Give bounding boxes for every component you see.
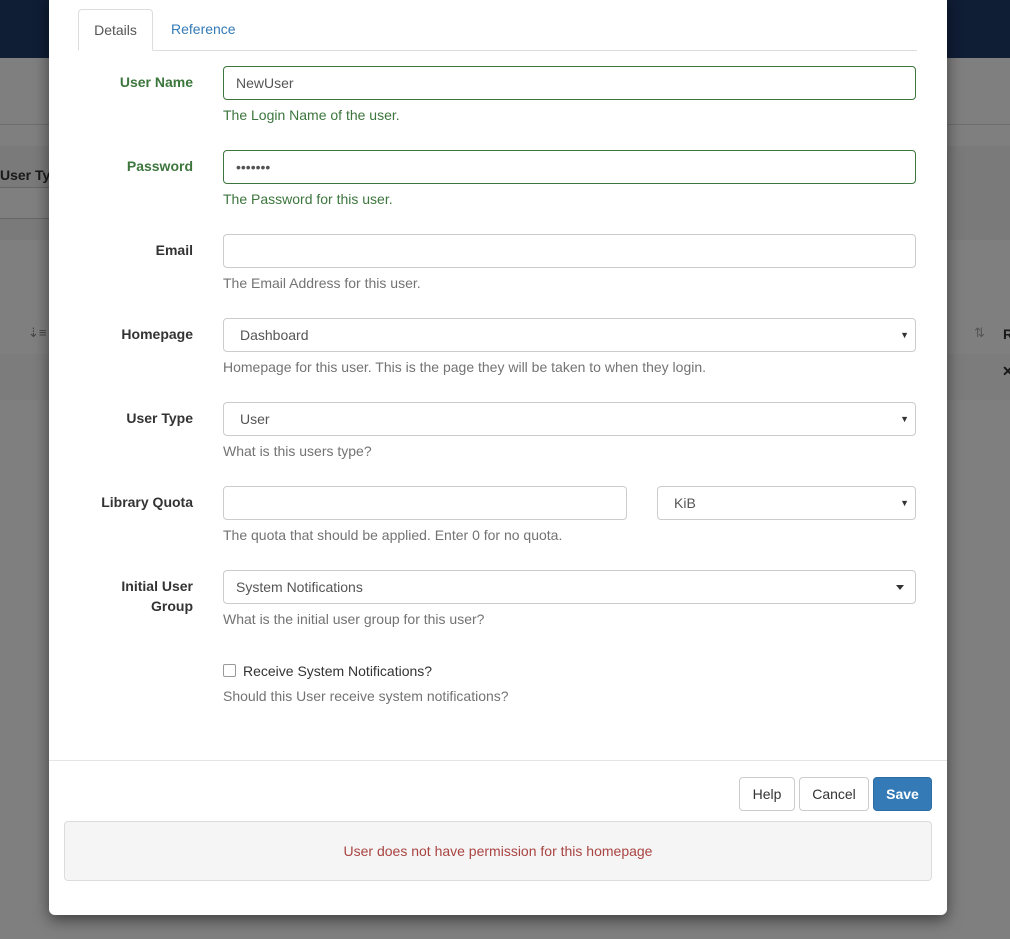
initial-group-select[interactable]: System Notifications: [223, 570, 916, 604]
notifications-checkbox[interactable]: [223, 664, 236, 677]
homepage-help: Homepage for this user. This is the page…: [223, 359, 707, 375]
library-quota-unit-select[interactable]: KiB ▼: [657, 486, 916, 520]
password-input[interactable]: •••••••: [223, 150, 916, 184]
help-button[interactable]: Help: [739, 777, 795, 811]
modal-footer-divider: [49, 760, 947, 761]
add-user-modal: Details Reference User Name NewUser The …: [49, 0, 947, 915]
homepage-label: Homepage: [121, 326, 193, 342]
select-arrow-icon: ▼: [900, 414, 909, 424]
save-button[interactable]: Save: [873, 777, 932, 811]
tab-details[interactable]: Details: [78, 9, 153, 51]
library-quota-unit-value: KiB: [674, 495, 696, 511]
email-help: The Email Address for this user.: [223, 275, 421, 291]
library-quota-help: The quota that should be applied. Enter …: [223, 527, 563, 543]
email-label: Email: [155, 242, 193, 258]
homepage-select[interactable]: Dashboard ▼: [223, 318, 916, 352]
homepage-select-value: Dashboard: [240, 327, 309, 343]
library-quota-label: Library Quota: [101, 494, 193, 510]
initial-group-help: What is the initial user group for this …: [223, 611, 485, 627]
notifications-checkbox-label[interactable]: Receive System Notifications?: [243, 661, 432, 681]
select-arrow-icon: ▼: [900, 330, 909, 340]
user-type-label: User Type: [126, 410, 193, 426]
initial-group-label: Initial User Group: [49, 576, 193, 616]
initial-group-label-line2: Group: [151, 598, 193, 614]
username-input[interactable]: NewUser: [223, 66, 916, 100]
select-arrow-icon: ▼: [900, 498, 909, 508]
library-quota-input[interactable]: [223, 486, 627, 520]
user-type-select[interactable]: User ▼: [223, 402, 916, 436]
notifications-help: Should this User receive system notifica…: [223, 688, 509, 704]
password-help: The Password for this user.: [223, 191, 393, 207]
initial-group-label-line1: Initial User: [121, 578, 193, 594]
user-type-help: What is this users type?: [223, 443, 372, 459]
caret-down-icon: [896, 585, 904, 590]
user-type-select-value: User: [240, 411, 270, 427]
username-label: User Name: [119, 74, 193, 90]
modal-tabs: Details Reference: [78, 9, 917, 51]
email-input[interactable]: [223, 234, 916, 268]
tab-reference[interactable]: Reference: [156, 9, 251, 49]
password-label: Password: [126, 158, 193, 174]
cancel-button[interactable]: Cancel: [799, 777, 869, 811]
error-alert: User does not have permission for this h…: [64, 821, 932, 881]
username-help: The Login Name of the user.: [223, 107, 400, 123]
initial-group-select-value: System Notifications: [236, 579, 363, 595]
